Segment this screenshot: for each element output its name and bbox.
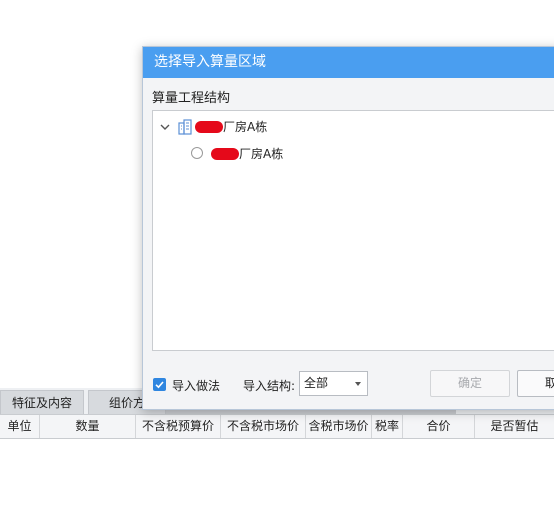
dialog-title[interactable]: 选择导入算量区域 xyxy=(143,47,554,78)
column-quantity[interactable]: 数量 xyxy=(40,415,136,438)
confirm-button[interactable]: 确定 xyxy=(430,370,510,397)
tab-features-content[interactable]: 特征及内容 xyxy=(0,390,84,414)
section-label: 算量工程结构 xyxy=(152,91,231,106)
column-pretax-market-price[interactable]: 不含税市场价 xyxy=(221,415,306,438)
import-structure-value: 全部 xyxy=(304,376,329,390)
node-radio[interactable] xyxy=(191,147,203,159)
structure-tree: 厂房A栋 厂房A栋 xyxy=(152,110,554,351)
column-pretax-budget-price[interactable]: 不含税预算价 xyxy=(136,415,221,438)
tree-node-label: 厂房A栋 xyxy=(223,120,268,134)
table-header: 单位 数量 不含税预算价 不含税市场价 含税市场价 税率 合价 是否暂估 xyxy=(0,414,554,439)
import-method-label[interactable]: 导入做法 xyxy=(172,377,220,394)
column-total-price[interactable]: 合价 xyxy=(403,415,475,438)
import-structure-label: 导入结构: xyxy=(243,379,296,393)
column-taxed-market-price[interactable]: 含税市场价 xyxy=(306,415,372,438)
chevron-down-icon xyxy=(355,382,361,386)
chevron-down-icon[interactable] xyxy=(159,117,171,137)
column-unit[interactable]: 单位 xyxy=(0,415,40,438)
tree-node-label: 厂房A栋 xyxy=(239,147,284,161)
import-structure-select[interactable]: 全部 xyxy=(299,371,368,396)
import-method-checkbox[interactable] xyxy=(153,378,166,391)
cancel-button[interactable]: 取 xyxy=(517,370,554,397)
column-is-provisional[interactable]: 是否暂估 xyxy=(475,415,554,438)
redaction-mark xyxy=(211,148,239,160)
building-icon xyxy=(177,119,193,135)
import-area-dialog: 选择导入算量区域 算量工程结构 厂房A栋 厂房A栋 导入做法 导入结构: 全部 … xyxy=(142,46,554,410)
column-tax-rate[interactable]: 税率 xyxy=(372,415,403,438)
checkmark-icon xyxy=(155,381,164,389)
redaction-mark xyxy=(195,121,223,133)
